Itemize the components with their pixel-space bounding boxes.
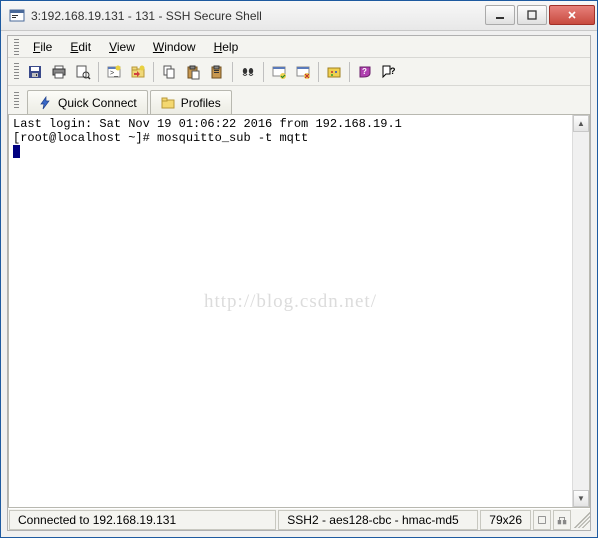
menu-window[interactable]: Window <box>145 38 204 56</box>
quick-connect-button[interactable]: Quick Connect <box>27 90 148 114</box>
toolbar-sep <box>349 62 350 82</box>
terminal-area: Last login: Sat Nov 19 01:06:22 2016 fro… <box>8 114 590 508</box>
vertical-scrollbar[interactable]: ▲ ▼ <box>572 115 589 507</box>
menu-file[interactable]: File <box>25 38 60 56</box>
toolbar-grip[interactable] <box>14 63 19 81</box>
maximize-button[interactable] <box>517 5 547 25</box>
scroll-down-button[interactable]: ▼ <box>573 490 589 507</box>
cursor <box>13 145 20 158</box>
save-icon[interactable] <box>24 61 46 83</box>
profiles-label: Profiles <box>181 96 221 110</box>
disconnect-icon[interactable] <box>292 61 314 83</box>
settings-icon[interactable] <box>323 61 345 83</box>
scroll-track[interactable] <box>573 132 589 490</box>
status-icon-1[interactable] <box>533 510 551 530</box>
status-icon-2[interactable] <box>553 510 571 530</box>
toolbar-sep <box>98 62 99 82</box>
menu-edit[interactable]: Edit <box>62 38 99 56</box>
client-area: File Edit View Window Help >_ <box>7 35 591 531</box>
print-icon[interactable] <box>48 61 70 83</box>
window-title: 3:192.168.19.131 - 131 - SSH Secure Shel… <box>31 9 483 23</box>
help-icon[interactable]: ? <box>354 61 376 83</box>
ssh-window: 3:192.168.19.131 - 131 - SSH Secure Shel… <box>0 0 598 538</box>
toolbar-sep <box>232 62 233 82</box>
svg-text:>_: >_ <box>110 70 118 77</box>
window-controls <box>483 5 595 27</box>
menubar: File Edit View Window Help <box>8 36 590 58</box>
clipboard-icon[interactable] <box>206 61 228 83</box>
new-terminal-icon[interactable]: >_ <box>103 61 125 83</box>
print-preview-icon[interactable] <box>72 61 94 83</box>
close-button[interactable] <box>549 5 595 25</box>
profiles-button[interactable]: Profiles <box>150 90 232 114</box>
lightning-icon <box>38 96 52 110</box>
menu-view[interactable]: View <box>101 38 143 56</box>
terminal-line: Last login: Sat Nov 19 01:06:22 2016 fro… <box>13 117 568 131</box>
toolbar: >_ ? ? <box>8 58 590 86</box>
connect-icon[interactable] <box>268 61 290 83</box>
status-cipher: SSH2 - aes128-cbc - hmac-md5 <box>278 510 478 530</box>
svg-text:?: ? <box>390 66 396 76</box>
paste-icon[interactable] <box>182 61 204 83</box>
find-icon[interactable] <box>237 61 259 83</box>
minimize-button[interactable] <box>485 5 515 25</box>
tab-grip[interactable] <box>14 92 19 110</box>
connection-tabs: Quick Connect Profiles <box>8 86 590 114</box>
quick-connect-label: Quick Connect <box>58 96 137 110</box>
resize-grip[interactable] <box>574 512 590 528</box>
toolbar-sep <box>263 62 264 82</box>
menu-grip[interactable] <box>14 39 19 55</box>
watermark: http://blog.csdn.net/ <box>9 295 572 309</box>
scroll-up-button[interactable]: ▲ <box>573 115 589 132</box>
status-size: 79x26 <box>480 510 531 530</box>
terminal-line: [root@localhost ~]# mosquitto_sub -t mqt… <box>13 131 568 145</box>
app-icon <box>9 8 25 24</box>
toolbar-sep <box>318 62 319 82</box>
folder-icon <box>161 96 175 110</box>
menu-help[interactable]: Help <box>206 38 247 56</box>
copy-icon[interactable] <box>158 61 180 83</box>
status-connected: Connected to 192.168.19.131 <box>9 510 276 530</box>
toolbar-sep <box>153 62 154 82</box>
titlebar[interactable]: 3:192.168.19.131 - 131 - SSH Secure Shel… <box>1 1 597 31</box>
svg-text:?: ? <box>362 67 367 76</box>
statusbar: Connected to 192.168.19.131 SSH2 - aes12… <box>8 508 590 530</box>
terminal[interactable]: Last login: Sat Nov 19 01:06:22 2016 fro… <box>9 115 572 507</box>
whatsthis-icon[interactable]: ? <box>378 61 400 83</box>
new-file-transfer-icon[interactable] <box>127 61 149 83</box>
